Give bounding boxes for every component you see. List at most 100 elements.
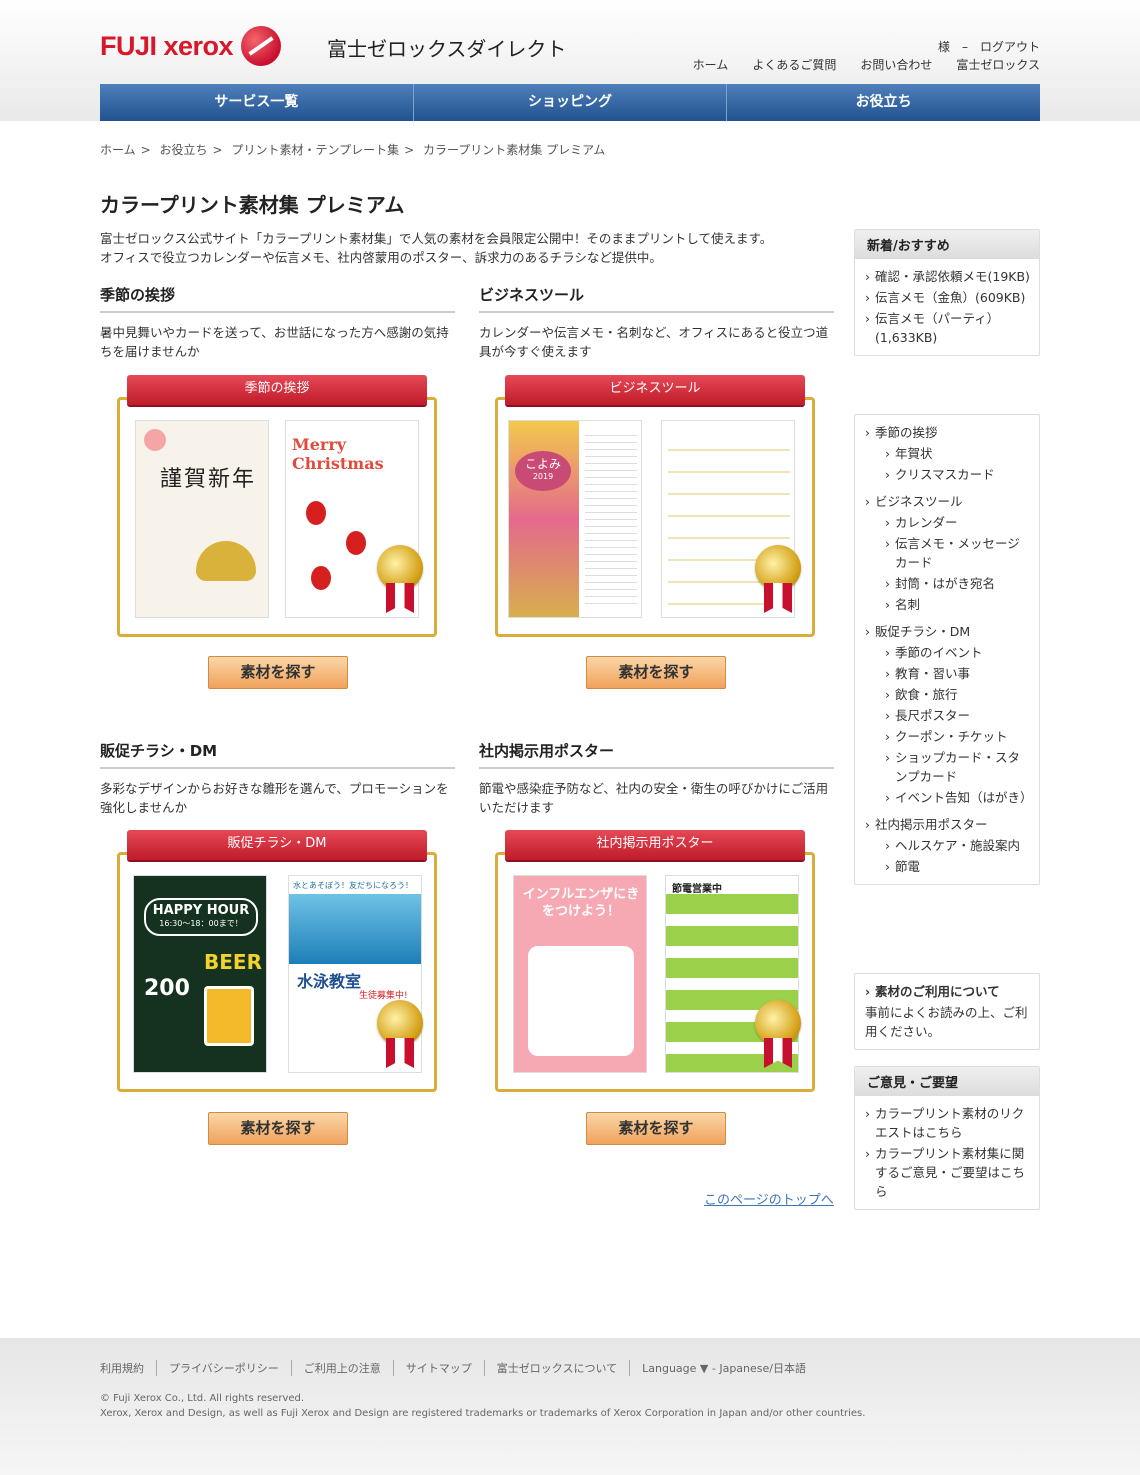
ribbon-label: ビジネスツール <box>505 375 805 405</box>
sidebar-subcategory[interactable]: 名刺 <box>883 595 1031 614</box>
sidebar-subcategory[interactable]: 節電 <box>883 857 1031 876</box>
sidebar-subcategory[interactable]: 封筒・はがき宛名 <box>883 574 1031 593</box>
sidebar-subcategory[interactable]: 飲食・旅行 <box>883 685 1031 704</box>
flu-poster-thumbnail: インフルエンザにきをつけよう！ <box>513 875 647 1073</box>
sidebar-subcategory[interactable]: 伝言メモ・メッセージカード <box>883 534 1031 572</box>
material-frame-flyers[interactable]: 販促チラシ・DM HAPPY HOUR 16:30～18：00まで！ BEER … <box>113 830 441 1098</box>
sidebar-subcategory[interactable]: ショップカード・スタンプカード <box>883 748 1031 786</box>
plum-blossom-icon <box>144 429 166 451</box>
section-title: 販促チラシ・DM <box>100 740 455 769</box>
find-material-button[interactable]: 素材を探す <box>586 656 726 689</box>
find-material-button[interactable]: 素材を探す <box>208 656 348 689</box>
section-business: ビジネスツール カレンダーや伝言メモ・名刺など、オフィスにあると役立つ道具が今す… <box>479 284 834 361</box>
breadcrumb-useful[interactable]: お役立ち <box>160 143 208 157</box>
sidebar-feedback: ご意見・ご要望 カラープリント素材のリクエストはこちら カラープリント素材集に関… <box>854 1066 1040 1210</box>
page-top-link[interactable]: このページのトップへ <box>704 1189 834 1208</box>
material-frame-seasonal[interactable]: 季節の挨拶 謹賀新年 Merry Christmas <box>113 375 441 643</box>
sidebar-new-item[interactable]: 確認・承認依頼メモ(19KB) <box>863 267 1031 286</box>
swim-class-title: 水泳教室 <box>297 972 362 991</box>
user-logout[interactable]: 様 – ログアウト <box>938 38 1040 55</box>
breadcrumb-home[interactable]: ホーム <box>100 143 136 157</box>
footer-links: 利用規約 プライバシーポリシー ご利用上の注意 サイトマップ 富士ゼロックスにつ… <box>100 1360 818 1376</box>
sidebar-subcategory[interactable]: 年賀状 <box>883 444 1031 463</box>
section-seasonal: 季節の挨拶 暑中見舞いやカードを送って、お世話になった方へ感謝の気持ちを届けませ… <box>100 284 455 361</box>
sidebar-feedback-title: ご意見・ご要望 <box>855 1067 1039 1096</box>
gold-medal-icon <box>377 545 423 591</box>
ribbon-label: 販促チラシ・DM <box>127 830 427 860</box>
main-nav-useful[interactable]: お役立ち <box>726 84 1040 121</box>
sidebar-subcategory[interactable]: イベント告知（はがき） <box>883 788 1033 807</box>
sidebar-subcategory[interactable]: ヘルスケア・施設案内 <box>883 836 1031 855</box>
site-name: 富士ゼロックスダイレクト <box>327 37 567 61</box>
sidebar-subcategory[interactable]: カレンダー <box>883 513 1031 532</box>
sidebar-subcategory[interactable]: クリスマスカード <box>883 465 1031 484</box>
language-select[interactable]: Language ▼ - Japanese/日本語 <box>629 1360 818 1376</box>
sidebar-usage-text: 事前によくお読みの上、ご利用ください。 <box>865 1005 1028 1039</box>
material-frame-posters[interactable]: 社内掲示用ポスター インフルエンザにきをつけよう！ 節電営業中 <box>491 830 819 1098</box>
section-flyers: 販促チラシ・DM 多彩なデザインからお好きな雛形を選んで、プロモーションを強化し… <box>100 740 455 817</box>
page-title: カラープリント素材集 プレミアム <box>100 193 405 217</box>
sidebar-new: 新着/おすすめ 確認・承認依頼メモ(19KB) 伝言メモ（金魚）(609KB) … <box>854 229 1040 356</box>
breadcrumb: ホーム > お役立ち > プリント素材・テンプレート集 > カラープリント素材集 プレ… <box>100 143 606 157</box>
sidebar-feedback-item[interactable]: カラープリント素材のリクエストはこちら <box>863 1104 1031 1142</box>
swim-tagline: 水とあそぼう！友だちになろう！ <box>293 881 413 890</box>
main-nav-services[interactable]: サービス一覧 <box>100 84 413 121</box>
newyear-card-thumbnail: 謹賀新年 <box>135 420 269 618</box>
calendar-grid <box>585 429 637 609</box>
gold-medal-icon <box>755 1000 801 1046</box>
santa-icon <box>306 501 326 525</box>
section-desc: 暑中見舞いやカードを送って、お世話になった方へ感謝の気持ちを届けませんか <box>100 325 449 359</box>
sidebar-new-item[interactable]: 伝言メモ（金魚）(609KB) <box>863 288 1031 307</box>
sidebar-category[interactable]: 季節の挨拶 <box>863 423 1031 442</box>
material-frame-business[interactable]: ビジネスツール こよみ 2019 <box>491 375 819 643</box>
ribbon-label: 季節の挨拶 <box>127 375 427 405</box>
breadcrumb-templates[interactable]: プリント素材・テンプレート集 <box>231 143 399 157</box>
sidebar-subcategory[interactable]: 長尺ポスター <box>883 706 1031 725</box>
logo-text: FUJI xerox <box>100 30 234 61</box>
beer-price: 200 <box>144 976 190 1001</box>
footer-link-about[interactable]: 富士ゼロックスについて <box>483 1360 629 1376</box>
footer-link-sitemap[interactable]: サイトマップ <box>392 1360 484 1376</box>
section-desc: 節電や感染症予防など、社内の安全・衛生の呼びかけにご活用いただけます <box>479 781 829 815</box>
top-nav-fujixerox[interactable]: 富士ゼロックス <box>956 56 1040 73</box>
xerox-ball-icon <box>241 26 282 66</box>
sidebar-subcategory[interactable]: 季節のイベント <box>883 643 1031 662</box>
top-nav-contact[interactable]: お問い合わせ <box>860 56 932 73</box>
section-desc: カレンダーや伝言メモ・名刺など、オフィスにあると役立つ道具が今すぐ使えます <box>479 325 829 359</box>
top-nav-home[interactable]: ホーム <box>693 56 729 73</box>
intro-text: 富士ゼロックス公式サイト「カラープリント素材集」で人気の素材を会員限定公開中！そ… <box>100 229 820 267</box>
calendar-thumbnail: こよみ 2019 <box>508 420 642 618</box>
intro-line-1: 富士ゼロックス公式サイト「カラープリント素材集」で人気の素材を会員限定公開中！そ… <box>100 231 773 246</box>
find-material-button[interactable]: 素材を探す <box>586 1112 726 1145</box>
main-nav: サービス一覧 ショッピング お役立ち <box>100 84 1040 121</box>
beer-text: BEER <box>204 950 262 974</box>
sidebar-new-item[interactable]: 伝言メモ（パーティ）(1,633KB) <box>863 309 1031 347</box>
top-nav-faq[interactable]: よくあるご質問 <box>752 56 836 73</box>
section-posters: 社内掲示用ポスター 節電や感染症予防など、社内の安全・衛生の呼びかけにご活用いた… <box>479 740 834 817</box>
sidebar-category[interactable]: 販促チラシ・DM <box>863 622 1031 641</box>
footer-link-notice[interactable]: ご利用上の注意 <box>290 1360 393 1376</box>
footer-link-privacy[interactable]: プライバシーポリシー <box>156 1360 291 1376</box>
sidebar-feedback-item[interactable]: カラープリント素材集に関するご意見・ご要望はこちら <box>863 1144 1031 1201</box>
sidebar-new-title: 新着/おすすめ <box>855 230 1039 259</box>
sidebar-categories: 季節の挨拶年賀状クリスマスカードビジネスツールカレンダー伝言メモ・メッセージカー… <box>854 414 1040 885</box>
santa-icon <box>346 531 366 555</box>
section-title: ビジネスツール <box>479 284 834 313</box>
section-title: 季節の挨拶 <box>100 284 455 313</box>
footer-link-terms[interactable]: 利用規約 <box>100 1360 156 1376</box>
sidebar-subcategory[interactable]: クーポン・チケット <box>883 727 1031 746</box>
sidebar-subcategory[interactable]: 教育・習い事 <box>883 664 1031 683</box>
trademark-text: Xerox, Xerox and Design, as well as Fuji… <box>100 1408 866 1419</box>
main-nav-shopping[interactable]: ショッピング <box>412 84 727 121</box>
sidebar-category[interactable]: ビジネスツール <box>863 492 1031 511</box>
gold-medal-icon <box>755 545 801 591</box>
fuji-xerox-logo[interactable]: FUJI xerox <box>100 26 282 66</box>
find-material-button[interactable]: 素材を探す <box>208 1112 348 1145</box>
sidebar-usage-link[interactable]: 素材のご利用について <box>863 982 1031 1001</box>
section-desc: 多彩なデザインからお好きな雛形を選んで、プロモーションを強化しませんか <box>100 781 449 815</box>
christmas-card-text: Merry Christmas <box>292 435 384 473</box>
sidebar-category[interactable]: 社内掲示用ポスター <box>863 815 1031 834</box>
pool-photo <box>289 894 421 964</box>
gold-medal-icon <box>377 1000 423 1046</box>
happy-hour-title: HAPPY HOUR 16:30～18：00まで！ <box>144 898 258 936</box>
